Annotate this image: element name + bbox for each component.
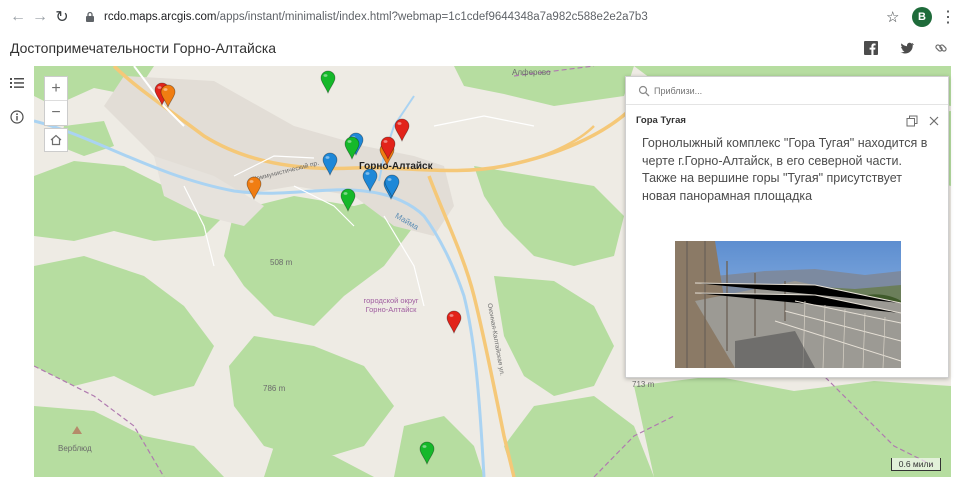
search-box [626,77,948,105]
zoom-control: + − [44,76,68,126]
url-domain: rcdo.maps.arcgis.com [104,11,217,23]
map-marker[interactable] [160,84,176,109]
popup-panel: Гора Тугая Горнолыжный комплекс "Гора Ту… [625,76,949,378]
browser-menu-icon[interactable]: ⋮ [940,7,956,27]
map-marker[interactable] [394,118,410,143]
elevation-label: 786 m [263,384,286,393]
twitter-icon[interactable] [900,41,914,55]
info-icon[interactable] [10,110,24,124]
facebook-icon[interactable] [864,41,878,55]
zoom-in-button[interactable]: + [45,77,67,101]
left-toolbar [0,64,34,486]
url-path: /apps/instant/minimalist/index.html?webm… [216,11,648,23]
profile-avatar[interactable]: B [912,7,932,27]
place-label: Алферово [512,68,551,77]
map-marker[interactable] [320,70,336,95]
popup-header: Гора Тугая [626,111,948,131]
lock-icon [86,11,94,22]
region-label: городской округ Горно-Алтайск [346,296,436,314]
region-label-line: городской округ [363,296,419,305]
page-title: Достопримечательности Горно-Алтайска [10,40,277,56]
scale-bar: 0.6 мили [891,458,941,471]
search-input[interactable] [654,85,934,96]
back-arrow-icon[interactable]: ← [6,5,30,29]
map-marker[interactable] [344,136,360,161]
close-icon[interactable] [928,115,940,127]
map-marker[interactable] [246,176,262,201]
forward-arrow-icon[interactable]: → [28,5,52,29]
map-marker[interactable] [380,136,396,161]
elevation-label: 713 m [632,380,655,389]
home-button[interactable] [44,128,68,152]
map-marker[interactable] [340,188,356,213]
panorama-photo [675,241,901,368]
bookmark-star-icon[interactable]: ☆ [886,8,899,26]
map-marker[interactable] [419,441,435,466]
place-label: Верблюд [58,444,92,453]
app-header: Достопримечательности Горно-Алтайска [0,34,960,64]
search-icon [638,85,650,96]
dock-icon[interactable] [906,115,918,127]
reload-icon[interactable]: ↻ [50,5,74,29]
map-marker[interactable] [362,168,378,193]
zoom-out-button[interactable]: − [45,101,67,125]
layer-list-icon[interactable] [10,76,24,90]
map-marker[interactable] [446,310,462,335]
region-label-line: Горно-Алтайск [365,305,417,314]
map-marker[interactable] [384,174,400,199]
popup-title: Гора Тугая [636,115,686,126]
home-icon [50,134,62,146]
link-icon[interactable] [934,41,948,55]
popup-description: Горнолыжный комплекс "Гора Тугая" находи… [642,136,928,203]
map-marker[interactable] [322,152,338,177]
browser-toolbar: ← → ↻ rcdo.maps.arcgis.com/apps/instant/… [0,0,960,34]
address-bar[interactable]: rcdo.maps.arcgis.com/apps/instant/minima… [84,7,648,27]
elevation-label: 508 m [270,258,293,267]
